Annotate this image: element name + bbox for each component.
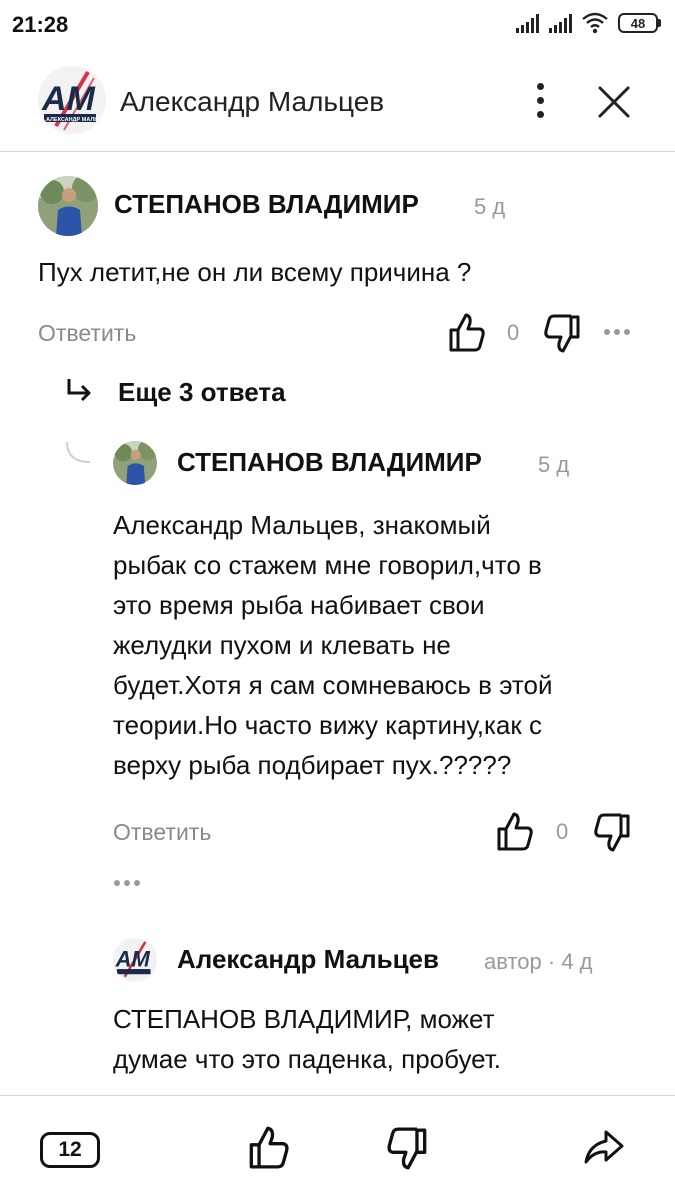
comments-count-button[interactable]: 12: [40, 1132, 100, 1168]
signal-icon: [516, 13, 539, 33]
svg-text:АЛЕКСАНДР МАЛЬЦЕВ: АЛЕКСАНДР МАЛЬЦЕВ: [46, 117, 106, 123]
comment-line: это время рыба набивает свои: [113, 590, 485, 620]
comment-line: будет.Хотя я сам сомневаюсь в этой: [113, 670, 553, 700]
signal-icon: [549, 13, 572, 33]
comment-line: теории.Но часто вижу картину,как с: [113, 710, 542, 740]
comment-text: Пух летит,не он ли всему причина ?: [38, 257, 472, 287]
comment-line: верху рыба подбирает пух.?????: [113, 750, 512, 780]
comment-author[interactable]: СТЕПАНОВ ВЛАДИМИР: [177, 447, 482, 478]
comment-line: Александр Мальцев, знакомый: [113, 510, 491, 540]
comment-age: 5 д: [474, 194, 506, 219]
thumbs-up-icon[interactable]: [448, 312, 486, 352]
battery-icon: 48: [618, 13, 661, 33]
avatar[interactable]: [38, 176, 98, 236]
avatar[interactable]: АМ: [113, 938, 157, 982]
comment-author[interactable]: СТЕПАНОВ ВЛАДИМИР: [114, 189, 419, 220]
comment-line: рыбак со стажем мне говорил,что в: [113, 550, 542, 580]
status-icons: 48: [516, 12, 661, 34]
comment-text: СТЕПАНОВ ВЛАДИМИР, может думае что это п…: [113, 999, 653, 1079]
comment-line: СТЕПАНОВ ВЛАДИМИР, может: [113, 1004, 495, 1034]
comment-author[interactable]: Александр Мальцев: [177, 944, 439, 975]
wifi-icon: [582, 12, 608, 34]
thread-connector-icon: [66, 441, 91, 463]
like-count: 0: [556, 819, 569, 844]
status-bar: 21:28 48: [0, 0, 675, 48]
thumbs-down-icon[interactable]: [386, 1126, 428, 1172]
thumbs-down-icon[interactable]: [593, 813, 631, 853]
comment-age: 5 д: [538, 452, 570, 477]
status-time: 21:28: [12, 12, 69, 37]
thumbs-up-icon[interactable]: [496, 811, 534, 851]
more-icon[interactable]: [114, 880, 140, 886]
comment-line: желудки пухом и клевать не: [113, 630, 451, 660]
reply-button[interactable]: Ответить: [38, 320, 136, 347]
close-icon[interactable]: [592, 80, 636, 124]
comment-line: думае что это паденка, пробует.: [113, 1044, 501, 1074]
comment-age: 4 д: [561, 949, 593, 974]
reply-button[interactable]: Ответить: [113, 819, 211, 846]
author-badge: автор: [484, 949, 542, 974]
meta-separator: ·: [547, 949, 556, 974]
share-icon[interactable]: [582, 1128, 626, 1168]
more-icon[interactable]: [604, 329, 630, 335]
bottom-bar: 12: [0, 1095, 675, 1200]
reply-arrow-icon[interactable]: [64, 376, 94, 406]
comment-text: Александр Мальцев, знакомый рыбак со ста…: [113, 505, 653, 785]
thumbs-up-icon[interactable]: [248, 1124, 290, 1170]
thumbs-down-icon[interactable]: [543, 314, 581, 354]
battery-level: 48: [618, 13, 658, 33]
channel-logo[interactable]: АМ АЛЕКСАНДР МАЛЬЦЕВ: [38, 66, 106, 134]
comment-meta: автор · 4 д: [484, 949, 593, 975]
channel-name[interactable]: Александр Мальцев: [120, 86, 384, 118]
header: АМ АЛЕКСАНДР МАЛЬЦЕВ Александр Мальцев: [0, 58, 675, 152]
svg-text:АМ: АМ: [115, 946, 151, 971]
like-count: 0: [507, 320, 520, 345]
avatar[interactable]: [113, 441, 157, 485]
more-options-button[interactable]: [520, 78, 560, 122]
more-replies-link[interactable]: Еще 3 ответа: [118, 377, 286, 408]
svg-text:АМ: АМ: [41, 80, 96, 118]
